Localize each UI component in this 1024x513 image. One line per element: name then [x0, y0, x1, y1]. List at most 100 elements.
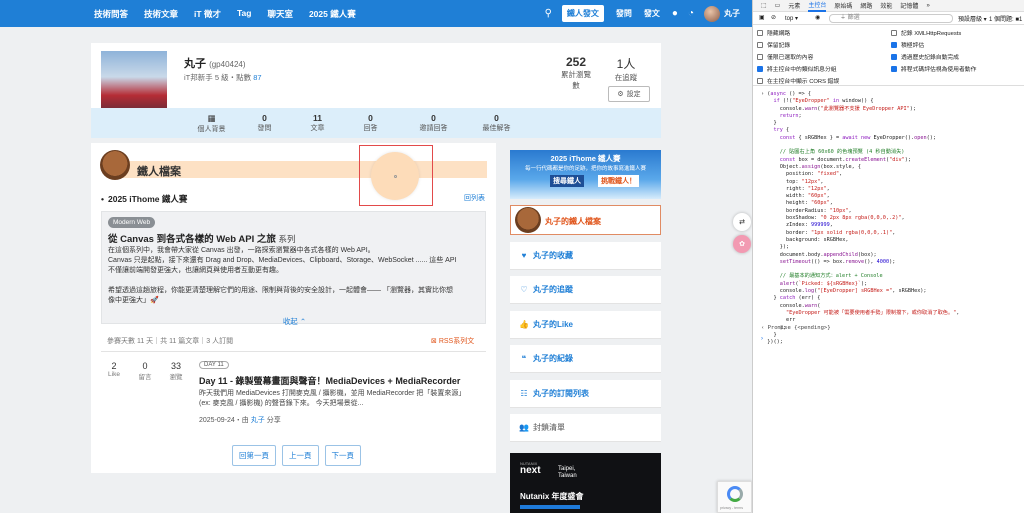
series-heading: 2025 iThome 鐵人賽 [101, 193, 187, 205]
sidebar-toggle-icon[interactable]: ▣ [759, 14, 765, 21]
checkbox [757, 53, 763, 60]
nav-articles[interactable]: 技術文章 [144, 8, 178, 20]
article-title[interactable]: Day 11 - 錄製螢幕畫面與聲音！MediaDevices + MediaR… [199, 374, 460, 387]
checkbox [757, 29, 763, 36]
nav-ironman[interactable]: 2025 鐵人賽 [309, 8, 356, 20]
sidebar-item-following[interactable]: ♡ 丸子的追蹤 [510, 276, 661, 304]
log-levels-dropdown[interactable]: 預設層級 ▾ [958, 14, 987, 23]
tab-network[interactable]: 網路 [860, 1, 872, 10]
sidebar-item-subscriptions[interactable]: ☷ 丸子的訂閱列表 [510, 380, 661, 408]
list-icon: ☷ [520, 389, 528, 398]
share-fab[interactable]: ⇄ [733, 213, 751, 231]
article-date: 2025-09-24・由 丸子 分享 [199, 417, 281, 424]
collapse-toggle[interactable]: 收起 ⌃ [102, 316, 487, 327]
back-to-list-link[interactable]: 回列表 [464, 193, 485, 203]
opt-hide-network[interactable]: 隱藏網路 [757, 28, 790, 37]
prev-page-button[interactable]: 上一頁 [282, 445, 319, 466]
user-avatar[interactable] [704, 5, 720, 22]
points-link[interactable]: 87 [253, 73, 261, 82]
context-selector[interactable]: top ▾ [785, 15, 798, 22]
tab-console[interactable]: 主控台 [808, 0, 827, 12]
heart-icon: ♥ [521, 251, 527, 260]
nav-chat[interactable]: 聊天室 [267, 8, 293, 20]
console-prompt-input[interactable]: › [761, 336, 763, 342]
theme-fab[interactable]: ✿ [733, 235, 751, 253]
thumbs-up-icon: 👍 [519, 320, 529, 329]
issues-counter[interactable]: 1 個問題: ■1 [989, 14, 1022, 23]
nav-tag[interactable]: Tag [237, 8, 251, 20]
checkbox [757, 77, 763, 84]
ask-button[interactable]: 發問 [616, 8, 632, 19]
rss-link[interactable]: ⊠ RSS系列文 [431, 336, 474, 346]
opt-user-activation[interactable]: 將程式碼評估視為使用者動作 [891, 64, 976, 73]
tab-elements[interactable]: 元素 [788, 1, 800, 10]
stat-articles[interactable]: 11 文章 [291, 113, 344, 133]
pagination: 回第一頁 上一頁 下一頁 [232, 445, 361, 466]
opt-group-similar[interactable]: 將主控台中的類似訊息分組 [757, 64, 837, 73]
checkbox [757, 65, 763, 72]
view-count: 33 瀏覽 [169, 361, 183, 381]
stat-answers[interactable]: 0 回答 [344, 113, 397, 133]
opt-selected-context[interactable]: 僅限已選取的內容 [757, 52, 813, 61]
ironman-column: 鐵人檔案 2025 iThome 鐵人賽 回列表 Modern Web 從 Ca… [91, 143, 496, 473]
device-icon[interactable]: ▭ [775, 2, 781, 9]
clear-console-icon[interactable]: ⊘ [771, 14, 776, 21]
sidebar-item-likes[interactable]: 👍 丸子的Like [510, 311, 661, 339]
opt-eager-eval[interactable]: 積極評估 [891, 40, 924, 49]
console-code-output: › (async () => { if (!("EyeDropper" in w… [761, 91, 960, 346]
author-link[interactable]: 丸子 [251, 417, 265, 424]
rss-icon: ⊠ [431, 338, 437, 345]
search-icon[interactable]: ⚲ [545, 8, 552, 19]
sidebar-item-blocklist[interactable]: 👥 封鎖清單 [510, 414, 661, 442]
user-menu[interactable]: 丸子 [724, 8, 740, 19]
console-filter-input[interactable]: ⏚ 篩選 [829, 14, 953, 23]
tab-memory[interactable]: 記憶體 [900, 1, 918, 10]
console-settings: 隱藏網路 保留記錄 僅限已選取的內容 將主控台中的類似訊息分組 在主控台中顯示 … [753, 26, 1024, 86]
inspect-icon[interactable]: ⬚ [761, 2, 767, 9]
devtools-panel: ⬚ ▭ 元素 主控台 原始碼 網路 效能 記憶體 » ▣ ⊘ top ▾ ◉ ⏚… [752, 0, 1024, 513]
sidebar-item-records[interactable]: ❝ 丸子的紀錄 [510, 345, 661, 373]
chat-icon[interactable]: ● [672, 8, 678, 19]
tab-sources[interactable]: 原始碼 [834, 1, 852, 10]
recaptcha-badge[interactable]: privacy - terms [717, 481, 752, 513]
nav-qa[interactable]: 技術問答 [94, 8, 128, 20]
ironman-banner[interactable]: 2025 iThome 鐵人賽 每一行代碼都是你的足跡，把你的故事寫進鐵人賽 搜… [510, 150, 661, 199]
top-navbar: 技術問答 技術文章 iT 徵才 Tag 聊天室 2025 鐵人賽 ⚲ 鐵人發文 … [0, 0, 752, 27]
opt-preserve-log[interactable]: 保留記錄 [757, 40, 790, 49]
reply-count: 0 留言 [138, 361, 152, 381]
notification-bell-icon[interactable]: ◔ [688, 8, 694, 19]
opt-log-xhr[interactable]: 記錄 XMLHttpRequests [891, 28, 961, 37]
first-page-button[interactable]: 回第一頁 [232, 445, 276, 466]
opt-autocomplete[interactable]: 透過歷史記錄自動完成 [891, 52, 959, 61]
more-tabs-icon[interactable]: » [926, 3, 929, 9]
share-icon: ⇄ [739, 219, 745, 226]
profile-name: 丸子 (gp40424) [184, 58, 246, 70]
eye-icon[interactable]: ◉ [815, 14, 820, 21]
stat-background[interactable]: ▦ 個人背景 [185, 113, 238, 134]
series-title[interactable]: 從 Canvas 到各式各樣的 Web API 之旅 系列 [108, 231, 296, 245]
eyedropper-crosshair-icon [394, 175, 397, 178]
sidebar-item-favorites[interactable]: ♥ 丸子的收藏 [510, 242, 661, 270]
ironman-post-button[interactable]: 鐵人發文 [561, 5, 604, 22]
stat-questions[interactable]: 0 發問 [238, 113, 291, 133]
series-tag[interactable]: Modern Web [108, 217, 156, 228]
like-count: 2 Like [108, 361, 120, 378]
divider [101, 351, 486, 352]
sidebar-ironman-profile[interactable]: 丸子的鐵人檔案 [510, 205, 661, 235]
heart-outline-icon: ♡ [520, 285, 528, 294]
article-excerpt: 昨天我們用 MediaDevices 打開麥克風 / 攝影機，並用 MediaR… [199, 390, 466, 407]
next-page-button[interactable]: 下一頁 [324, 445, 361, 466]
filter-icon: ⏚ [840, 15, 848, 21]
opt-cors-errors[interactable]: 在主控台中顯示 CORS 錯誤 [757, 76, 839, 85]
stat-invited[interactable]: 0 邀請回答 [407, 113, 460, 133]
screen: 技術問答 技術文章 iT 徵才 Tag 聊天室 2025 鐵人賽 ⚲ 鐵人發文 … [0, 0, 1024, 513]
nutanix-ad[interactable]: NUTANIX next Taipei, Taiwan Nutanix 年度盛會 [510, 453, 661, 513]
series-description: 在這個系列中，我會帶大家從 Canvas 出發，一路探索瀏覽器中各式各樣的 We… [108, 247, 457, 304]
settings-button[interactable]: ⚙ 設定 [608, 86, 650, 102]
checkbox [757, 41, 763, 48]
nav-jobs[interactable]: iT 徵才 [194, 8, 221, 20]
tab-performance[interactable]: 效能 [880, 1, 892, 10]
stat-best[interactable]: 0 最佳解答 [470, 113, 523, 133]
post-menu[interactable]: 發文 [644, 8, 660, 19]
tracked-stat[interactable]: 1人 在追蹤 [611, 55, 641, 83]
